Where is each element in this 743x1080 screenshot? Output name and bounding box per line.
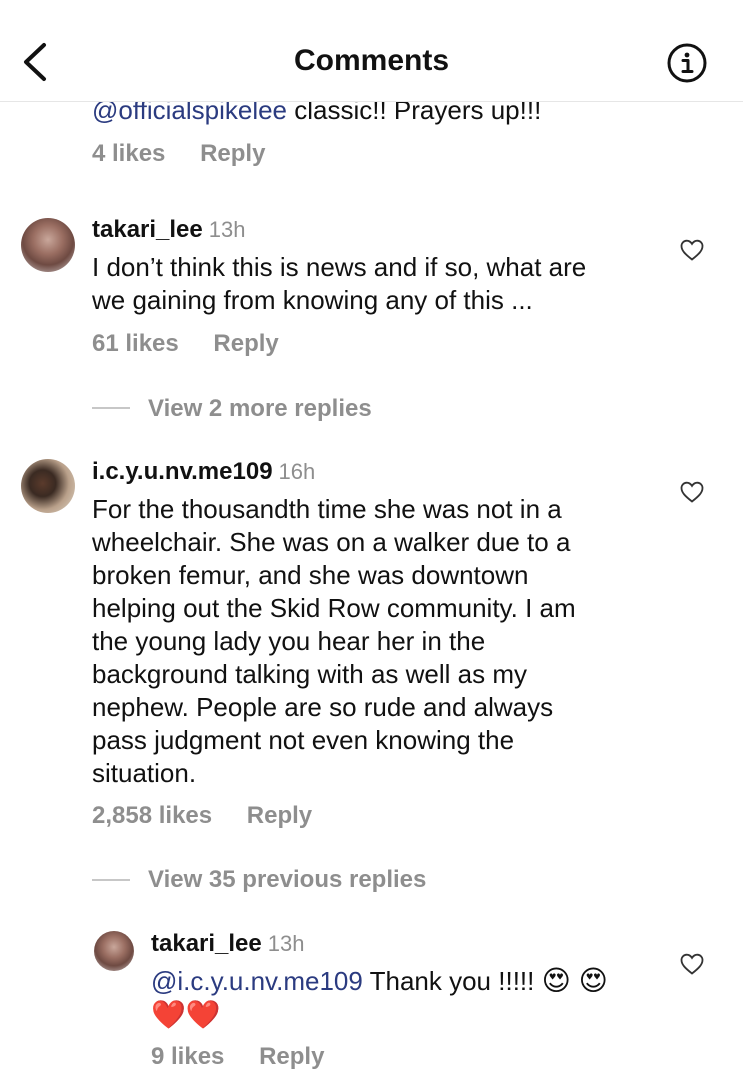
comment-text: @i.c.y.u.nv.me109 Thank you !!!!! 😍 😍 ❤️… [151,964,671,1031]
view-replies-button[interactable]: View 2 more replies [148,395,372,423]
timestamp: 13h [267,931,305,956]
page-title: Comments [293,44,450,77]
reply-button[interactable]: Reply [259,1043,324,1071]
timestamp: 13h [208,217,246,242]
username[interactable]: takari_lee [92,216,203,243]
reply-button[interactable]: Reply [200,140,265,168]
comment-header: i.c.y.u.nv.me109 16h [92,458,315,486]
likes-count[interactable]: 4 likes [92,140,165,168]
comment-header: takari_lee 13h [151,930,304,958]
username[interactable]: i.c.y.u.nv.me109 [92,458,273,485]
timestamp: 16h [278,459,316,484]
comments-list[interactable]: @officialspikelee classic!! Prayers up!!… [0,0,743,1080]
reply-button[interactable]: Reply [213,330,278,358]
emoji: ❤️❤️ [151,999,221,1030]
likes-count[interactable]: 9 likes [151,1043,224,1071]
heart-outline-icon[interactable] [680,481,704,503]
comment-header: takari_lee 13h [92,216,245,244]
view-replies-button[interactable]: View 35 previous replies [148,866,426,894]
avatar[interactable] [21,218,75,272]
comment-text: I don’t think this is news and if so, wh… [92,252,587,315]
heart-outline-icon[interactable] [680,239,704,261]
heart-outline-icon[interactable] [680,953,704,975]
username[interactable]: takari_lee [151,930,262,957]
divider-line [92,407,130,409]
reply-button[interactable]: Reply [247,802,312,830]
comment-meta: 9 likes Reply [151,1043,324,1071]
comment-meta: 4 likes Reply [92,140,265,168]
likes-count[interactable]: 2,858 likes [92,802,212,830]
likes-count[interactable]: 61 likes [92,330,179,358]
comment-meta: 2,858 likes Reply [92,802,312,830]
mention-link[interactable]: @i.c.y.u.nv.me109 [151,966,363,996]
header-bar: Comments [0,0,743,102]
comment-text: For the thousandth time she was not in a… [92,494,576,788]
emoji: 😍 😍 [541,965,608,996]
info-circle-icon[interactable] [666,42,708,84]
comment-meta: 61 likes Reply [92,330,279,358]
avatar[interactable] [94,931,134,971]
divider-line [92,879,130,881]
avatar[interactable] [21,459,75,513]
